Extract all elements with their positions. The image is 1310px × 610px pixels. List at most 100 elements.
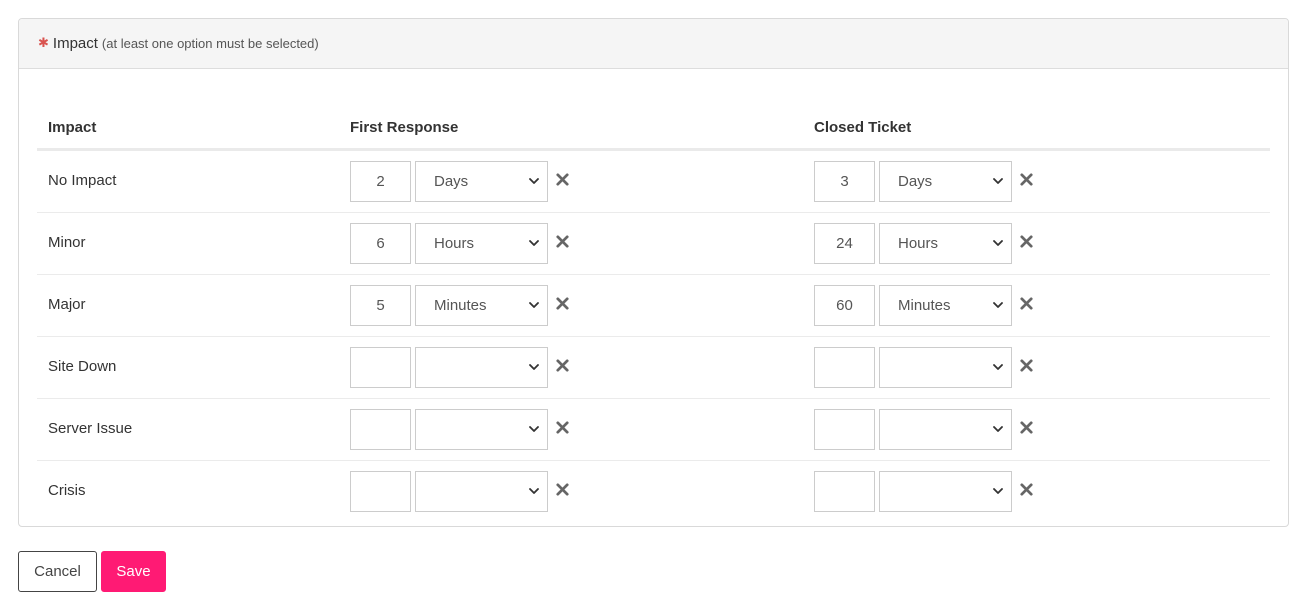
required-asterisk-icon: ✱ bbox=[38, 34, 49, 50]
cancel-button[interactable]: Cancel bbox=[18, 551, 97, 592]
closed-ticket-value-input[interactable] bbox=[814, 471, 875, 512]
remove-closed-ticket-button[interactable] bbox=[1018, 482, 1034, 498]
remove-closed-ticket-button[interactable] bbox=[1018, 358, 1034, 374]
chevron-down-icon bbox=[993, 178, 1003, 184]
closed-ticket-group: Days bbox=[814, 161, 1034, 202]
closed-ticket-group: Minutes bbox=[814, 285, 1034, 326]
chevron-down-icon bbox=[529, 488, 539, 494]
unit-select-value: Hours bbox=[434, 235, 475, 252]
first-response-unit-select[interactable] bbox=[415, 409, 548, 450]
close-icon bbox=[555, 173, 569, 186]
table-row: Minor Hours Hours bbox=[37, 213, 1270, 275]
impact-label: Crisis bbox=[48, 482, 86, 499]
impact-label: Server Issue bbox=[48, 420, 133, 437]
first-response-value-input[interactable] bbox=[350, 223, 411, 264]
closed-ticket-value-input[interactable] bbox=[814, 409, 875, 450]
close-icon bbox=[555, 483, 569, 496]
remove-closed-ticket-button[interactable] bbox=[1018, 296, 1034, 312]
chevron-down-icon bbox=[529, 178, 539, 184]
impact-panel: ✱ Impact (at least one option must be se… bbox=[18, 18, 1289, 527]
first-response-unit-select[interactable]: Minutes bbox=[415, 285, 548, 326]
panel-title: Impact bbox=[52, 35, 98, 52]
closed-ticket-unit-select[interactable]: Days bbox=[879, 161, 1012, 202]
save-button[interactable]: Save bbox=[101, 551, 166, 592]
closed-ticket-value-input[interactable] bbox=[814, 223, 875, 264]
first-response-unit-select[interactable]: Days bbox=[415, 161, 548, 202]
closed-ticket-group bbox=[814, 347, 1034, 388]
column-header-closed-ticket: Closed Ticket bbox=[814, 119, 912, 136]
first-response-group bbox=[350, 347, 570, 388]
first-response-value-input[interactable] bbox=[350, 471, 411, 512]
first-response-value-input[interactable] bbox=[350, 409, 411, 450]
remove-closed-ticket-button[interactable] bbox=[1018, 234, 1034, 250]
close-icon bbox=[1019, 297, 1033, 310]
table-body: No Impact Days Days Minor Hours Hours Major Min… bbox=[37, 151, 1270, 523]
closed-ticket-unit-select[interactable] bbox=[879, 409, 1012, 450]
panel-hint: (at least one option must be selected) bbox=[101, 36, 319, 51]
unit-select-value: Minutes bbox=[898, 297, 951, 314]
chevron-down-icon bbox=[529, 240, 539, 246]
close-icon bbox=[555, 235, 569, 248]
closed-ticket-unit-select[interactable]: Minutes bbox=[879, 285, 1012, 326]
closed-ticket-value-input[interactable] bbox=[814, 161, 875, 202]
closed-ticket-value-input[interactable] bbox=[814, 347, 875, 388]
first-response-group bbox=[350, 471, 570, 512]
first-response-group bbox=[350, 409, 570, 450]
table-row: No Impact Days Days bbox=[37, 151, 1270, 213]
remove-closed-ticket-button[interactable] bbox=[1018, 172, 1034, 188]
impact-label: Site Down bbox=[48, 358, 117, 375]
table-row: Crisis bbox=[37, 461, 1270, 523]
impact-label: Major bbox=[48, 296, 86, 313]
chevron-down-icon bbox=[529, 364, 539, 370]
close-icon bbox=[555, 359, 569, 372]
close-icon bbox=[1019, 483, 1033, 496]
first-response-value-input[interactable] bbox=[350, 347, 411, 388]
close-icon bbox=[555, 421, 569, 434]
remove-first-response-button[interactable] bbox=[554, 482, 570, 498]
chevron-down-icon bbox=[529, 302, 539, 308]
chevron-down-icon bbox=[993, 488, 1003, 494]
chevron-down-icon bbox=[993, 426, 1003, 432]
first-response-group: Minutes bbox=[350, 285, 570, 326]
panel-header: ✱ Impact (at least one option must be se… bbox=[19, 19, 1288, 69]
close-icon bbox=[1019, 359, 1033, 372]
unit-select-value: Hours bbox=[898, 235, 939, 252]
column-header-first-response: First Response bbox=[350, 119, 459, 136]
closed-ticket-group: Hours bbox=[814, 223, 1034, 264]
column-header-impact: Impact bbox=[48, 119, 97, 136]
first-response-value-input[interactable] bbox=[350, 161, 411, 202]
table-row: Site Down bbox=[37, 337, 1270, 399]
first-response-group: Days bbox=[350, 161, 570, 202]
remove-first-response-button[interactable] bbox=[554, 358, 570, 374]
first-response-unit-select[interactable] bbox=[415, 471, 548, 512]
first-response-unit-select[interactable]: Hours bbox=[415, 223, 548, 264]
closed-ticket-group bbox=[814, 409, 1034, 450]
unit-select-value: Days bbox=[434, 173, 469, 190]
remove-closed-ticket-button[interactable] bbox=[1018, 420, 1034, 436]
table-row: Major Minutes Minutes bbox=[37, 275, 1270, 337]
table-row: Server Issue bbox=[37, 399, 1270, 461]
impact-label: Minor bbox=[48, 234, 86, 251]
closed-ticket-unit-select[interactable] bbox=[879, 471, 1012, 512]
close-icon bbox=[1019, 235, 1033, 248]
close-icon bbox=[1019, 421, 1033, 434]
closed-ticket-group bbox=[814, 471, 1034, 512]
closed-ticket-value-input[interactable] bbox=[814, 285, 875, 326]
first-response-unit-select[interactable] bbox=[415, 347, 548, 388]
closed-ticket-unit-select[interactable] bbox=[879, 347, 1012, 388]
remove-first-response-button[interactable] bbox=[554, 172, 570, 188]
unit-select-value: Minutes bbox=[434, 297, 487, 314]
close-icon bbox=[1019, 173, 1033, 186]
chevron-down-icon bbox=[993, 302, 1003, 308]
first-response-group: Hours bbox=[350, 223, 570, 264]
impact-table: Impact First Response Closed Ticket No I… bbox=[37, 89, 1270, 523]
remove-first-response-button[interactable] bbox=[554, 234, 570, 250]
remove-first-response-button[interactable] bbox=[554, 296, 570, 312]
closed-ticket-unit-select[interactable]: Hours bbox=[879, 223, 1012, 264]
close-icon bbox=[555, 297, 569, 310]
remove-first-response-button[interactable] bbox=[554, 420, 570, 436]
chevron-down-icon bbox=[993, 240, 1003, 246]
impact-label: No Impact bbox=[48, 172, 117, 189]
first-response-value-input[interactable] bbox=[350, 285, 411, 326]
table-header: Impact First Response Closed Ticket bbox=[37, 89, 1270, 151]
